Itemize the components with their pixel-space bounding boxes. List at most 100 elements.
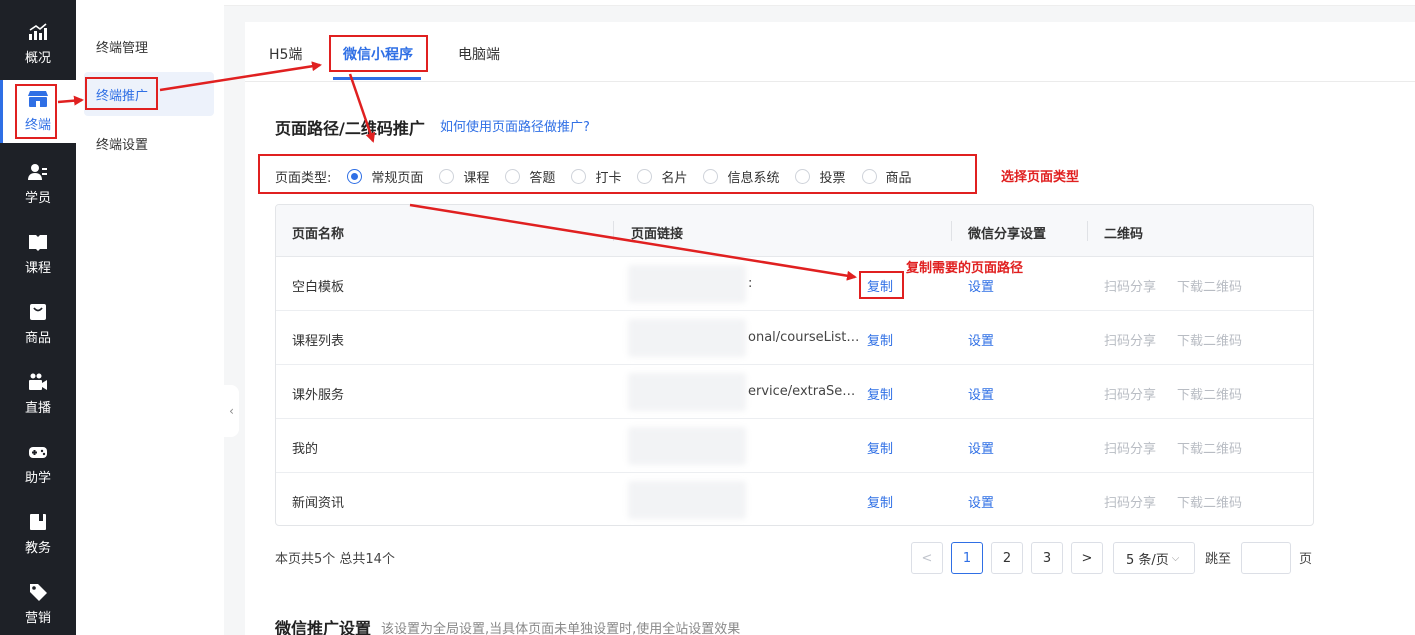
tag-icon — [28, 583, 48, 601]
tab-pc[interactable]: 电脑端 — [458, 44, 500, 64]
radio-label: 投票 — [819, 170, 846, 186]
folder-icon — [28, 513, 48, 531]
copy-button[interactable]: 复制 — [867, 276, 893, 295]
redacted-link — [628, 265, 746, 303]
radio-label: 信息系统 — [727, 170, 780, 186]
sidebar-item-label: 教务 — [24, 540, 51, 556]
scan-share-button[interactable]: 扫码分享 — [1104, 492, 1156, 511]
sidebar-item-overview[interactable]: 概况 — [0, 10, 76, 78]
page-size-select[interactable]: 5 条/页 ⌵ — [1113, 542, 1195, 574]
download-qrcode-button[interactable]: 下载二维码 — [1177, 276, 1242, 295]
sidebar-item-academic[interactable]: 教务 — [0, 500, 76, 568]
page-button-3[interactable]: 3 — [1031, 542, 1063, 574]
top-bar — [224, 0, 1415, 6]
sidebar-item-label: 助学 — [24, 470, 51, 486]
copy-button[interactable]: 复制 — [867, 438, 893, 457]
download-qrcode-button[interactable]: 下载二维码 — [1177, 438, 1242, 457]
download-qrcode-button[interactable]: 下载二维码 — [1177, 330, 1242, 349]
main-panel: H5端 微信小程序 电脑端 页面路径/二维码推广 如何使用页面路径做推广? 页面… — [245, 22, 1415, 635]
subnav-item-terminal-management[interactable]: 终端管理 — [84, 24, 214, 68]
radio-goods[interactable]: 商品 — [861, 167, 912, 186]
radio-label: 常规页面 — [371, 170, 424, 186]
radio-label: 答题 — [529, 170, 556, 186]
tab-wechat-miniprogram[interactable]: 微信小程序 — [343, 44, 413, 64]
redacted-link — [628, 373, 746, 411]
scan-share-button[interactable]: 扫码分享 — [1104, 384, 1156, 403]
sidebar-item-study-aid[interactable]: 助学 — [0, 430, 76, 498]
sidebar-item-label: 概况 — [24, 50, 51, 66]
copy-button[interactable]: 复制 — [867, 384, 893, 403]
jump-label: 跳至 — [1205, 552, 1232, 567]
platform-tabs: H5端 微信小程序 电脑端 — [245, 22, 1415, 82]
sidebar-item-live[interactable]: 直播 — [0, 360, 76, 428]
sidebar-item-goods[interactable]: 商品 — [0, 290, 76, 358]
page-size-value: 5 条/页 — [1126, 552, 1169, 568]
subnav-item-terminal-promotion[interactable]: 终端推广 — [84, 72, 214, 116]
scan-share-button[interactable]: 扫码分享 — [1104, 330, 1156, 349]
table-header: 页面名称 页面链接 微信分享设置 二维码 — [276, 205, 1313, 257]
settings-link[interactable]: 设置 — [968, 276, 994, 295]
page-type-radio-group: 页面类型: 常规页面 课程 答题 打卡 名片 信息系统 投票 商品 — [275, 165, 928, 187]
book-icon — [28, 233, 48, 251]
copy-button[interactable]: 复制 — [867, 492, 893, 511]
users-icon — [28, 163, 48, 181]
radio-regular-page[interactable]: 常规页面 — [347, 167, 423, 186]
sidebar-item-courses[interactable]: 课程 — [0, 220, 76, 288]
bag-icon — [28, 303, 48, 321]
section-title: 页面路径/二维码推广 — [275, 119, 425, 138]
help-link[interactable]: 如何使用页面路径做推广? — [440, 116, 590, 135]
sidebar-item-terminal[interactable]: 终端 — [0, 80, 76, 143]
radio-label: 商品 — [885, 170, 912, 186]
page-button-2[interactable]: 2 — [991, 542, 1023, 574]
tab-h5[interactable]: H5端 — [269, 44, 302, 64]
sidebar-item-label: 商品 — [24, 330, 51, 346]
radio-checkin[interactable]: 打卡 — [571, 167, 621, 186]
scan-share-button[interactable]: 扫码分享 — [1104, 438, 1156, 457]
header-qrcode: 二维码 — [1104, 227, 1144, 242]
header-divider — [1087, 221, 1088, 241]
page-type-label: 页面类型: — [275, 170, 332, 186]
radio-quiz[interactable]: 答题 — [505, 167, 555, 186]
wechat-promo-title: 微信推广设置 — [275, 619, 372, 635]
jump-page-input[interactable] — [1241, 542, 1291, 574]
radio-dot — [439, 168, 455, 184]
download-qrcode-button[interactable]: 下载二维码 — [1177, 384, 1242, 403]
table-row: 我的 复制 设置 扫码分享 下载二维码 — [276, 419, 1313, 473]
radio-dot — [505, 168, 521, 184]
page-name: 课程列表 — [292, 334, 345, 349]
radio-dot — [703, 168, 719, 184]
settings-link[interactable]: 设置 — [968, 492, 994, 511]
download-qrcode-button[interactable]: 下载二维码 — [1177, 492, 1242, 511]
page-button-1[interactable]: 1 — [951, 542, 983, 574]
video-camera-icon — [28, 373, 48, 391]
sidebar-item-label: 终端 — [24, 118, 51, 133]
copy-button[interactable]: 复制 — [867, 330, 893, 349]
wechat-promo-desc: 该设置为全局设置,当具体页面未单独设置时,使用全站设置效果 — [381, 622, 741, 635]
chevron-down-icon: ⌵ — [1171, 552, 1180, 564]
page-name: 新闻资讯 — [292, 496, 345, 511]
prev-page-button[interactable]: < — [911, 542, 943, 574]
header-divider — [951, 221, 952, 241]
scan-share-button[interactable]: 扫码分享 — [1104, 276, 1156, 295]
radio-card[interactable]: 名片 — [637, 167, 687, 186]
subnav-item-terminal-settings[interactable]: 终端设置 — [84, 121, 214, 165]
sidebar-item-label: 课程 — [24, 260, 51, 276]
page-name: 我的 — [292, 442, 319, 457]
radio-course[interactable]: 课程 — [439, 167, 489, 186]
sidebar-item-label: 学员 — [24, 190, 51, 206]
table-row: 课外服务 ervice/extraServ... 复制 设置 扫码分享 下载二维… — [276, 365, 1313, 419]
table-row: 新闻资讯 复制 设置 扫码分享 下载二维码 — [276, 473, 1313, 525]
radio-dot — [571, 168, 587, 184]
collapse-sidebar-button[interactable]: ‹ — [224, 385, 239, 437]
next-page-button[interactable]: > — [1071, 542, 1103, 574]
main-sidebar: 概况 终端 学员 课程 商品 直播 助学 教务 营销 — [0, 0, 76, 635]
settings-link[interactable]: 设置 — [968, 438, 994, 457]
settings-link[interactable]: 设置 — [968, 330, 994, 349]
radio-info-system[interactable]: 信息系统 — [703, 167, 779, 186]
settings-link[interactable]: 设置 — [968, 384, 994, 403]
sidebar-item-students[interactable]: 学员 — [0, 150, 76, 218]
sidebar-item-marketing[interactable]: 营销 — [0, 570, 76, 635]
radio-label: 打卡 — [595, 170, 622, 186]
radio-vote[interactable]: 投票 — [795, 167, 846, 186]
active-tab-indicator — [333, 77, 421, 80]
